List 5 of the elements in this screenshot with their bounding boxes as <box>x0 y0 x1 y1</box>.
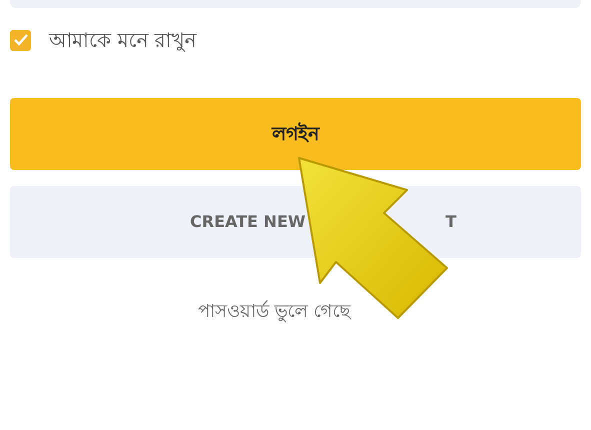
login-button[interactable]: লগইন <box>10 98 581 170</box>
remember-checkbox[interactable] <box>10 30 31 50</box>
remember-label: আমাকে মনে রাখুন <box>49 27 197 54</box>
check-icon <box>14 34 28 46</box>
forgot-password-link[interactable]: পাসওয়ার্ড ভুলে গেছে <box>198 301 350 322</box>
